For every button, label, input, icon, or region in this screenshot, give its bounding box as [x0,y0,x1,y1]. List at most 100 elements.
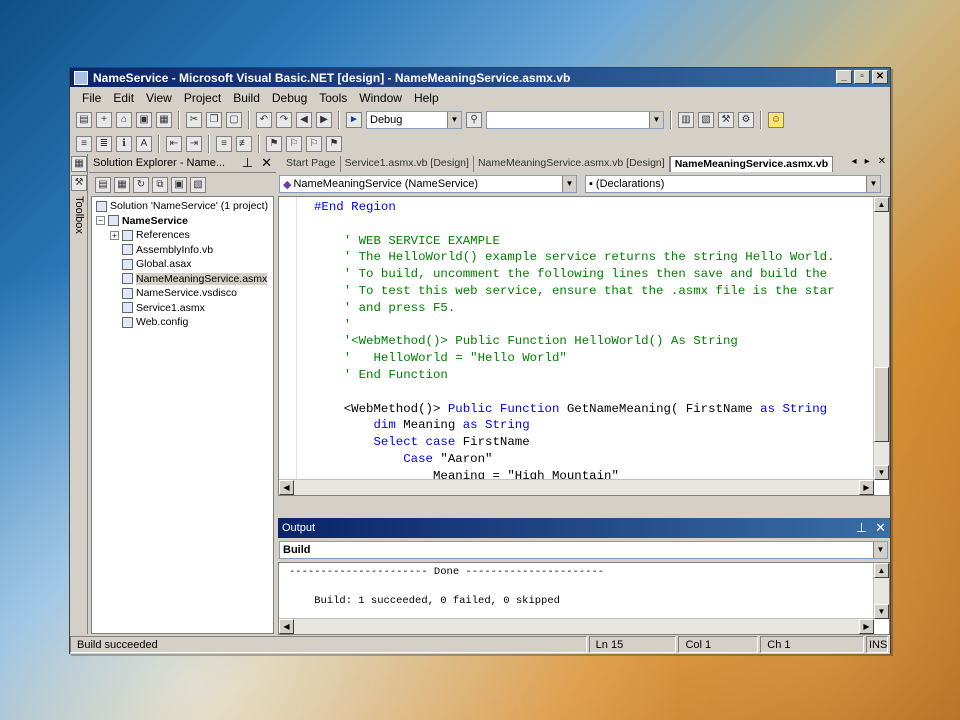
pin-icon[interactable]: ⊥ [242,155,253,171]
scroll-right-icon[interactable]: ▶ [859,480,874,495]
toolbox-icon[interactable]: ⚒ [718,112,734,128]
chevron-down-icon[interactable]: ▼ [873,542,887,558]
clear-bookmarks-icon[interactable]: ⚑ [326,136,342,152]
tree-item[interactable]: NameMeaningService.asmx [92,272,273,287]
view-code-icon[interactable]: ▤ [95,177,111,193]
restore-button[interactable]: ▫ [854,70,870,84]
close-document-icon[interactable]: ✕ [878,156,886,167]
chevron-down-icon[interactable]: ▼ [649,112,663,128]
output-text[interactable]: ---------------------- Done ------------… [278,562,890,635]
add-item-icon[interactable]: + [96,112,112,128]
menu-debug[interactable]: Debug [266,91,313,105]
scroll-down-icon[interactable]: ▼ [874,465,889,480]
toolbox-icon[interactable]: ⚒ [71,175,87,191]
comment-lines-icon[interactable]: ≡ [216,136,232,152]
redo-icon[interactable]: ↷ [276,112,292,128]
navigate-back-icon[interactable]: ◀ [296,112,312,128]
complete-word-icon[interactable]: A [136,136,152,152]
menu-edit[interactable]: Edit [107,91,140,105]
title-bar[interactable]: NameService - Microsoft Visual Basic.NET… [70,68,890,87]
tree-item[interactable]: Service1.asmx [92,301,273,316]
cut-icon[interactable]: ✂ [186,112,202,128]
scroll-tabs-right-icon[interactable]: ▸ [865,156,870,167]
view-designer-icon[interactable]: ▦ [114,177,130,193]
scroll-left-icon[interactable]: ◀ [279,619,294,634]
scroll-up-icon[interactable]: ▲ [874,197,889,212]
solution-explorer-header[interactable]: Solution Explorer - Name... ⊥ ✕ [89,154,276,173]
menu-window[interactable]: Window [353,91,408,105]
chevron-down-icon[interactable]: ▼ [447,112,461,128]
scroll-thumb[interactable] [874,367,889,442]
output-header[interactable]: Output ⊥ ✕ [278,518,890,538]
copy-icon[interactable]: ❐ [206,112,222,128]
collapse-icon[interactable]: − [96,216,105,226]
properties-icon[interactable]: ▧ [190,177,206,193]
chevron-down-icon[interactable]: ▼ [562,176,576,192]
menu-project[interactable]: Project [178,91,227,105]
code-area[interactable]: #End Region ' WEB SERVICE EXAMPLE ' The … [278,196,890,496]
output-vertical-scrollbar[interactable]: ▲ ▼ [873,563,889,619]
scroll-left-icon[interactable]: ◀ [279,480,294,495]
scroll-down-icon[interactable]: ▼ [874,604,889,619]
tree-item[interactable]: AssemblyInfo.vb [92,243,273,258]
tree-item[interactable]: + References [92,228,273,243]
uncomment-lines-icon[interactable]: ≢ [236,136,252,152]
toolbox-tab[interactable]: Toolbox [73,196,85,234]
document-tab[interactable]: NameMeaningService.asmx.vb [Design] [474,156,670,172]
find-in-files-icon[interactable]: ⚲ [466,112,482,128]
increase-indent-icon[interactable]: ⇥ [186,136,202,152]
save-all-icon[interactable]: ▦ [156,112,172,128]
tree-item[interactable]: NameService.vsdisco [92,286,273,301]
open-file-icon[interactable]: ⌂ [116,112,132,128]
code-vertical-scrollbar[interactable]: ▲ ▼ [873,197,889,480]
tree-item[interactable]: Solution 'NameService' (1 project) [92,199,273,214]
scroll-up-icon[interactable]: ▲ [874,563,889,578]
menu-tools[interactable]: Tools [313,91,353,105]
tree-item[interactable]: Global.asax [92,257,273,272]
class-view-icon[interactable]: ⚙ [738,112,754,128]
refresh-icon[interactable]: ↻ [133,177,149,193]
document-tab[interactable]: NameMeaningService.asmx.vb [669,156,834,172]
solution-explorer-icon[interactable]: ▥ [678,112,694,128]
menu-view[interactable]: View [140,91,178,105]
chevron-down-icon[interactable]: ▼ [866,176,880,192]
menu-build[interactable]: Build [227,91,266,105]
quick-info-icon[interactable]: ℹ [116,136,132,152]
document-tab[interactable]: Service1.asmx.vb [Design] [341,156,474,172]
close-button[interactable]: ✕ [872,70,888,84]
toggle-bookmark-icon[interactable]: ⚑ [266,136,282,152]
properties-icon[interactable]: ▧ [698,112,714,128]
scroll-right-icon[interactable]: ▶ [859,619,874,634]
scroll-tabs-left-icon[interactable]: ◂ [852,156,857,167]
expand-icon[interactable]: + [110,230,119,240]
document-tab[interactable]: Start Page [282,156,341,172]
start-debug-icon[interactable]: ► [346,112,362,128]
class-name-select[interactable]: ◆ NameMeaningService (NameService) ▼ [279,175,577,193]
parameter-info-icon[interactable]: ≣ [96,136,112,152]
tree-item[interactable]: Web.config [92,315,273,330]
previous-bookmark-icon[interactable]: ⚐ [306,136,322,152]
minimize-button[interactable]: _ [836,70,852,84]
method-name-select[interactable]: ▪ (Declarations) ▼ [585,175,881,193]
close-icon[interactable]: ✕ [261,155,272,171]
tree-item[interactable]: − NameService [92,214,273,229]
copy-project-icon[interactable]: ⧉ [152,177,168,193]
find-combo[interactable]: ▼ [486,111,664,129]
navigate-forward-icon[interactable]: ▶ [316,112,332,128]
menu-file[interactable]: File [76,91,107,105]
pin-icon[interactable]: ⊥ [856,520,867,536]
next-bookmark-icon[interactable]: ⚐ [286,136,302,152]
server-explorer-icon[interactable]: ▦ [71,156,87,172]
save-icon[interactable]: ▣ [136,112,152,128]
menu-help[interactable]: Help [408,91,445,105]
output-horizontal-scrollbar[interactable]: ◀ ▶ [279,618,874,634]
paste-icon[interactable]: ▢ [226,112,242,128]
solution-configuration-select[interactable]: Debug ▼ [366,111,462,129]
code-horizontal-scrollbar[interactable]: ◀ ▶ [279,479,874,495]
decrease-indent-icon[interactable]: ⇤ [166,136,182,152]
new-project-icon[interactable]: ▤ [76,112,92,128]
output-pane-select[interactable]: Build ▼ [279,541,888,559]
close-icon[interactable]: ✕ [875,520,886,536]
undo-icon[interactable]: ↶ [256,112,272,128]
object-members-icon[interactable]: ≡ [76,136,92,152]
